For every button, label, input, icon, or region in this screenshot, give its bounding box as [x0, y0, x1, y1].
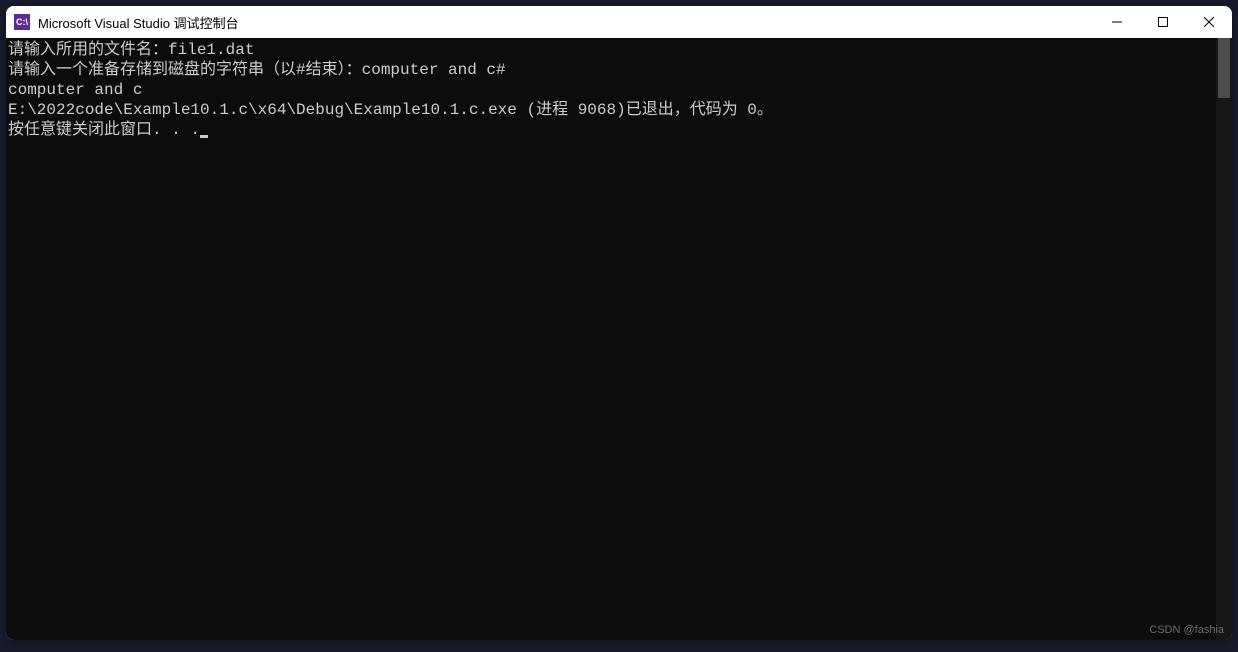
- vertical-scrollbar[interactable]: [1216, 38, 1232, 640]
- minimize-icon: [1112, 17, 1122, 27]
- console-area[interactable]: 请输入所用的文件名：file1.dat请输入一个准备存储到磁盘的字符串（以#结束…: [6, 38, 1232, 640]
- minimize-button[interactable]: [1094, 6, 1140, 38]
- maximize-button[interactable]: [1140, 6, 1186, 38]
- window-controls: [1094, 6, 1232, 38]
- console-line: 请输入所用的文件名：file1.dat: [8, 40, 1214, 60]
- app-icon-text: C:\: [16, 17, 28, 27]
- console-line: computer and c: [8, 80, 1214, 100]
- prompt-text: 请输入一个准备存储到磁盘的字符串（以#结束）：: [8, 61, 362, 79]
- console-line: 按任意键关闭此窗口. . .: [8, 120, 1214, 140]
- cursor: [200, 135, 208, 138]
- close-button[interactable]: [1186, 6, 1232, 38]
- window-title: Microsoft Visual Studio 调试控制台: [38, 13, 1094, 32]
- maximize-icon: [1158, 17, 1168, 27]
- titlebar: C:\ Microsoft Visual Studio 调试控制台: [6, 6, 1232, 38]
- user-input: file1.dat: [168, 41, 254, 59]
- console-window: C:\ Microsoft Visual Studio 调试控制台 请输入所用的…: [6, 6, 1232, 640]
- console-line: 请输入一个准备存储到磁盘的字符串（以#结束）：computer and c#: [8, 60, 1214, 80]
- console-output: 请输入所用的文件名：file1.dat请输入一个准备存储到磁盘的字符串（以#结束…: [6, 38, 1216, 640]
- prompt-text: 请输入所用的文件名：: [8, 41, 168, 59]
- prompt-text: 按任意键关闭此窗口. . .: [8, 121, 200, 139]
- app-icon: C:\: [14, 14, 30, 30]
- console-line: E:\2022code\Example10.1.c\x64\Debug\Exam…: [8, 100, 1214, 120]
- watermark: CSDN @fashia: [1149, 624, 1224, 636]
- close-icon: [1204, 17, 1214, 27]
- scrollbar-thumb[interactable]: [1218, 38, 1230, 98]
- user-input: computer and c#: [362, 61, 506, 79]
